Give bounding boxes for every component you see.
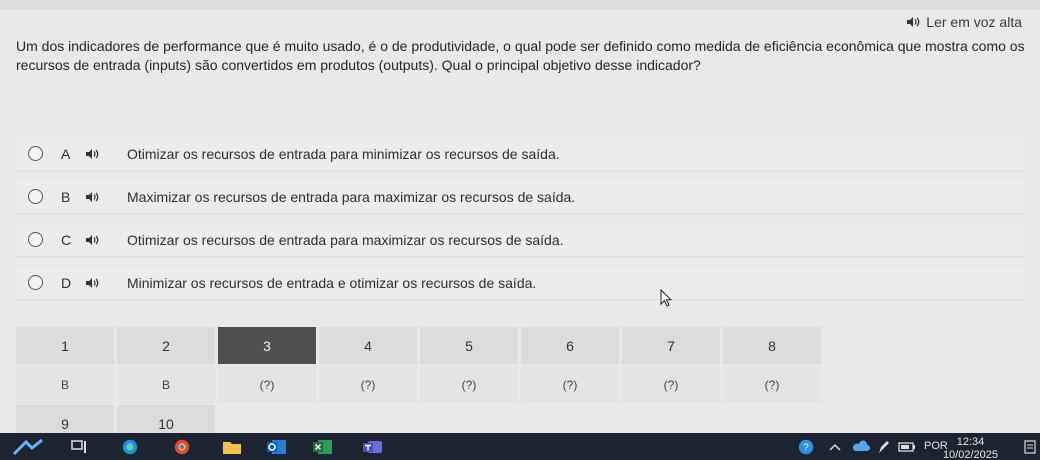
clock[interactable]: 12:34 10/02/2025: [943, 436, 998, 460]
speaker-icon[interactable]: [85, 148, 99, 160]
read-aloud-button[interactable]: Ler em voz alta: [906, 14, 1022, 30]
radio-b[interactable]: [28, 189, 43, 204]
outlook-icon[interactable]: [266, 438, 288, 456]
nav-question-8[interactable]: 8: [723, 327, 821, 364]
speaker-icon: [907, 17, 920, 27]
nav-question-3[interactable]: 3: [218, 327, 316, 364]
option-d[interactable]: D Minimizar os recursos de entrada e oti…: [16, 266, 1024, 300]
speaker-icon[interactable]: [85, 191, 99, 203]
nav-answer-2: B: [117, 366, 215, 403]
option-a[interactable]: A Otimizar os recursos de entrada para m…: [16, 137, 1024, 171]
option-text: Otimizar os recursos de entrada para min…: [127, 145, 560, 162]
answer-options: A Otimizar os recursos de entrada para m…: [16, 137, 1024, 309]
chrome-browser-icon[interactable]: [172, 438, 192, 456]
speaker-icon[interactable]: [85, 234, 99, 246]
question-navigator: 1 2 3 4 5 6 7 8 B B (?) (?) (?) (?) (?) …: [16, 327, 821, 442]
excel-icon[interactable]: [312, 438, 334, 456]
nav-answer-7: (?): [622, 366, 720, 403]
task-view-icon[interactable]: [70, 438, 88, 456]
nav-question-6[interactable]: 6: [521, 327, 619, 364]
battery-icon[interactable]: [898, 438, 916, 456]
clock-date: 10/02/2025: [942, 449, 998, 460]
speaker-icon[interactable]: [85, 277, 99, 289]
mouse-cursor-icon: [660, 289, 672, 307]
nav-question-7[interactable]: 7: [622, 327, 720, 364]
nav-answer-6: (?): [521, 366, 619, 403]
pen-icon[interactable]: [876, 438, 892, 456]
option-letter: B: [61, 188, 71, 205]
top-strip: [0, 0, 1040, 10]
help-icon[interactable]: ?: [796, 438, 816, 456]
option-text: Otimizar os recursos de entrada para max…: [127, 231, 564, 248]
radio-a[interactable]: [28, 146, 43, 161]
question-text: Um dos indicadores de performance que é …: [16, 38, 1025, 73]
option-text: Maximizar os recursos de entrada para ma…: [127, 188, 576, 205]
option-text: Minimizar os recursos de entrada e otimi…: [127, 274, 537, 291]
onedrive-cloud-icon[interactable]: [852, 438, 870, 456]
radio-c[interactable]: [28, 232, 43, 247]
nav-answer-4: (?): [319, 366, 417, 403]
nav-answer-3: (?): [218, 366, 316, 403]
option-letter: D: [61, 274, 72, 291]
option-letter: C: [61, 231, 72, 248]
svg-text:?: ?: [803, 443, 809, 454]
file-explorer-icon[interactable]: [222, 438, 242, 456]
option-c[interactable]: C Otimizar os recursos de entrada para m…: [16, 223, 1024, 257]
teams-icon[interactable]: [362, 438, 384, 456]
nav-question-5[interactable]: 5: [420, 327, 518, 364]
clock-time: 12:34: [956, 436, 985, 448]
nav-question-2[interactable]: 2: [117, 327, 215, 364]
weather-widget-icon[interactable]: [12, 438, 44, 456]
radio-d[interactable]: [28, 275, 43, 290]
option-letter: A: [61, 145, 71, 162]
taskbar: ? POR 12:34 10/02/2025: [0, 433, 1040, 460]
nav-question-4[interactable]: 4: [319, 327, 417, 364]
notification-icon[interactable]: [1024, 438, 1036, 456]
nav-answer-1: B: [16, 366, 114, 403]
chevron-up-icon[interactable]: [828, 438, 842, 456]
option-b[interactable]: B Maximizar os recursos de entrada para …: [16, 180, 1024, 214]
nav-answer-8: (?): [723, 366, 821, 403]
edge-browser-icon[interactable]: [120, 438, 140, 456]
nav-answer-5: (?): [420, 366, 518, 403]
nav-question-1[interactable]: 1: [16, 327, 114, 364]
read-aloud-label: Ler em voz alta: [926, 14, 1022, 30]
